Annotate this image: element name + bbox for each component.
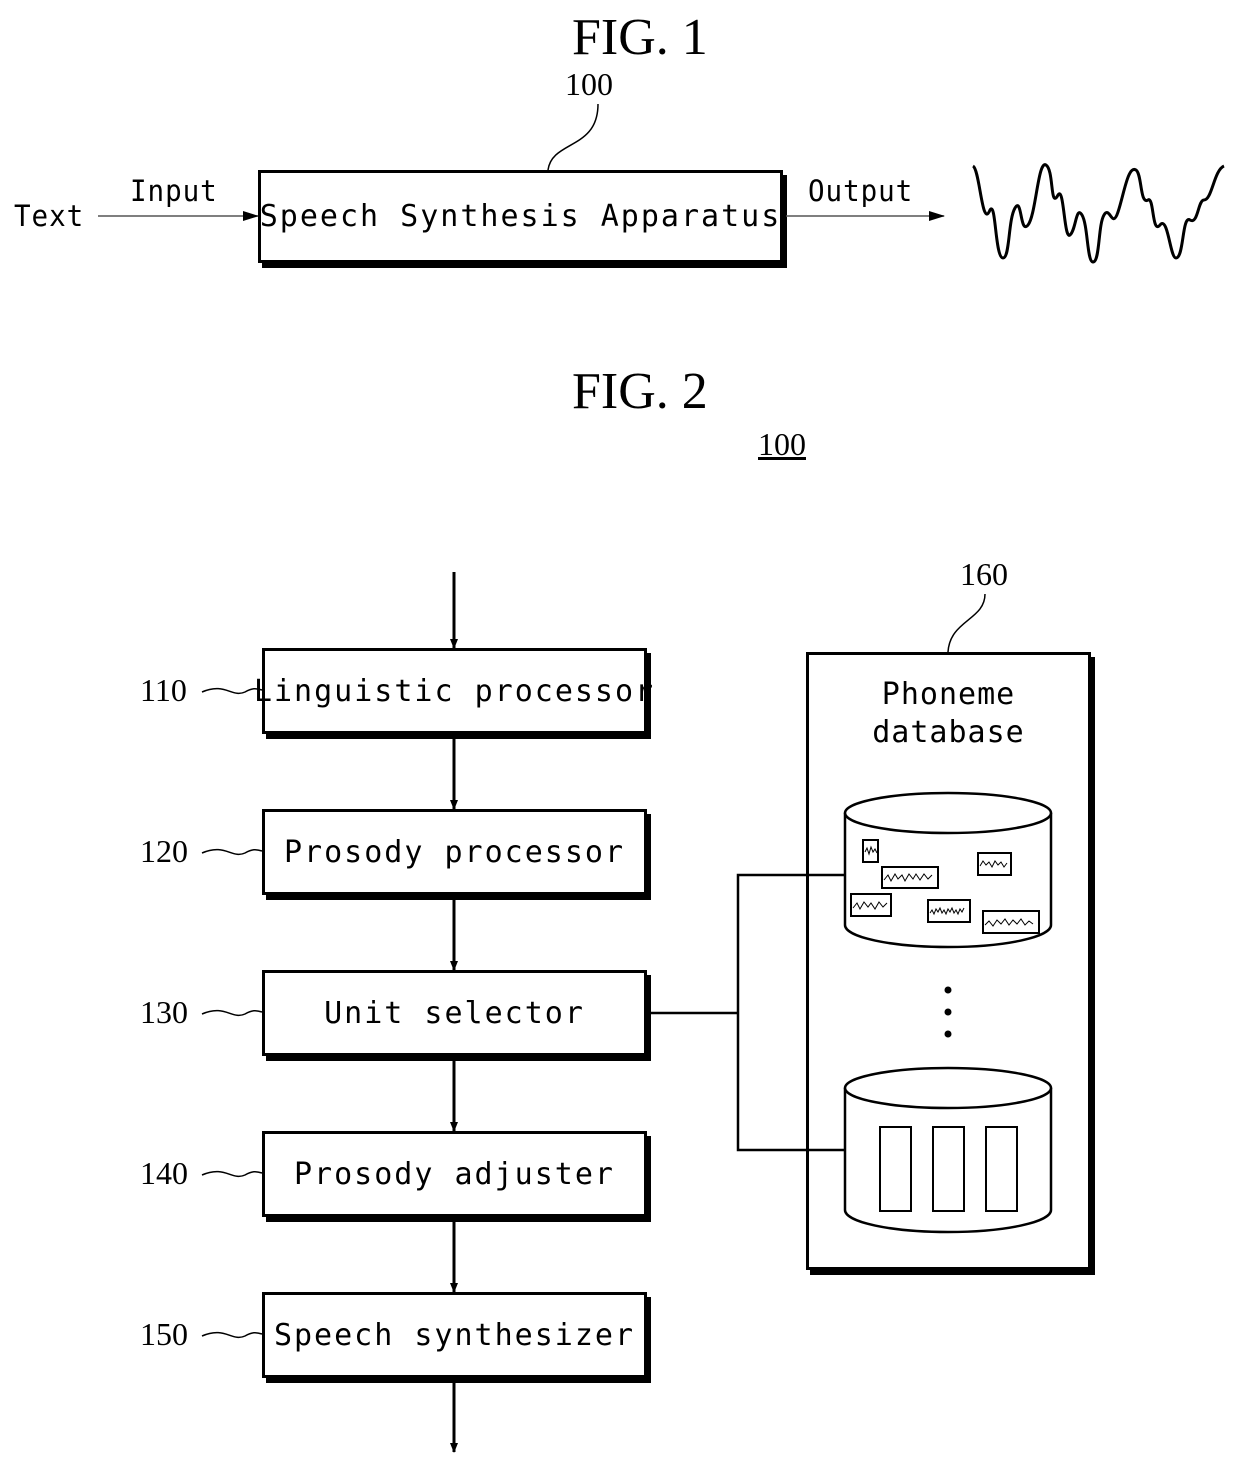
slots-database-icon: [843, 1066, 1053, 1234]
leader-130: [201, 1009, 263, 1017]
leader-110: [201, 687, 263, 695]
leader-150: [201, 1331, 263, 1339]
leader-140: [201, 1170, 263, 1178]
waveform-database-icon: [843, 791, 1053, 949]
leader-160: [947, 593, 986, 653]
waveform-icon: [971, 163, 1225, 264]
fig1-ref-leader: [547, 103, 599, 171]
connector-lines: [98, 103, 1225, 1453]
leader-120: [201, 848, 263, 856]
ellipsis-dots: [944, 986, 952, 1038]
db-bus-line: [736, 873, 844, 1152]
